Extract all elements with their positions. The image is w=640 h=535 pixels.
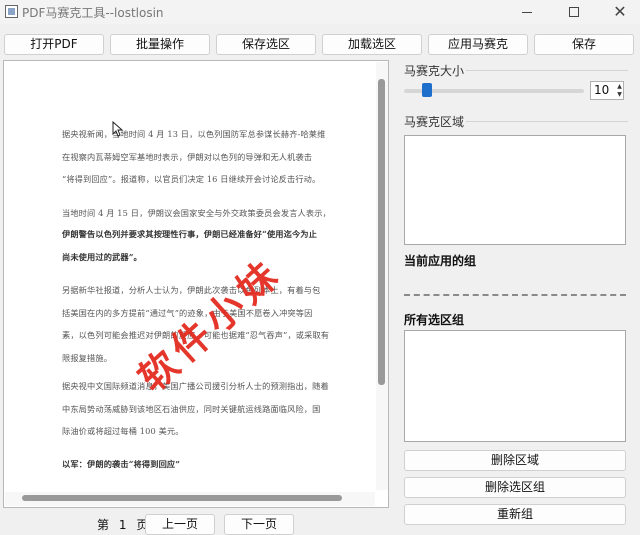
all-groups-label: 所有选区组 — [404, 313, 465, 327]
selection-groups-list[interactable] — [404, 330, 626, 442]
title-bar: PDF马赛克工具--lostlosin ✕ — [0, 0, 640, 24]
window-title: PDF马赛克工具--lostlosin — [22, 6, 164, 20]
pdf-page[interactable]: 据央视新闻，当地时间 4 月 13 日，以色列国防军总参谋长赫齐-哈莱维 在视察… — [4, 61, 374, 491]
close-icon: ✕ — [613, 2, 627, 21]
spin-up-icon[interactable]: ▲ — [615, 83, 624, 91]
mosaic-size-label: 马赛克大小 — [404, 64, 465, 78]
next-page-button[interactable]: 下一页 — [224, 514, 294, 535]
batch-operation-button[interactable]: 批量操作 — [110, 34, 210, 55]
group-divider — [466, 70, 628, 71]
delete-area-button[interactable]: 删除区域 — [404, 450, 626, 471]
spin-down-icon[interactable]: ▼ — [615, 91, 624, 99]
minimize-icon — [522, 11, 532, 13]
apply-mosaic-button[interactable]: 应用马赛克 — [428, 34, 528, 55]
load-selection-button[interactable]: 加载选区 — [322, 34, 422, 55]
maximize-icon — [569, 7, 579, 17]
app-icon — [5, 5, 18, 18]
mouse-cursor-icon — [112, 121, 124, 137]
horizontal-scroll-thumb[interactable] — [22, 495, 342, 501]
maximize-button[interactable] — [551, 0, 597, 24]
save-button[interactable]: 保存 — [534, 34, 634, 55]
paragraph-1: 据央视新闻，当地时间 4 月 13 日，以色列国防军总参谋长赫齐-哈莱维 在视察… — [62, 129, 326, 184]
group-divider — [466, 121, 628, 122]
vertical-scroll-thumb[interactable] — [378, 79, 385, 385]
paragraph-6: 以军：伊朗的袭击“将得到回应” — [62, 459, 181, 469]
paragraph-5: 据央视中文国际频道消息，美国广播公司援引分析人士的预测指出，随着 中东局势动荡威… — [62, 381, 329, 436]
save-selection-button[interactable]: 保存选区 — [216, 34, 316, 55]
delete-group-button[interactable]: 删除选区组 — [404, 477, 626, 498]
dashed-separator — [404, 294, 626, 296]
prev-page-button[interactable]: 上一页 — [145, 514, 215, 535]
current-group-label: 当前应用的组 — [404, 254, 477, 268]
paragraph-2: 当地时间 4 月 15 日，伊朗议会国家安全与外交政策委员会发言人表示， — [62, 208, 331, 218]
page-number: 1 — [118, 518, 127, 532]
mosaic-size-slider-handle[interactable] — [422, 83, 432, 97]
page-indicator: 第 1 页 — [97, 518, 149, 532]
close-button[interactable]: ✕ — [597, 0, 640, 24]
open-pdf-button[interactable]: 打开PDF — [4, 34, 104, 55]
mosaic-area-label: 马赛克区域 — [404, 115, 465, 129]
pdf-viewer[interactable]: 据央视新闻，当地时间 4 月 13 日，以色列国防军总参谋长赫齐-哈莱维 在视察… — [3, 60, 389, 508]
minimize-button[interactable] — [504, 0, 550, 24]
mosaic-area-list[interactable] — [404, 135, 626, 245]
reset-group-button[interactable]: 重新组 — [404, 504, 626, 525]
